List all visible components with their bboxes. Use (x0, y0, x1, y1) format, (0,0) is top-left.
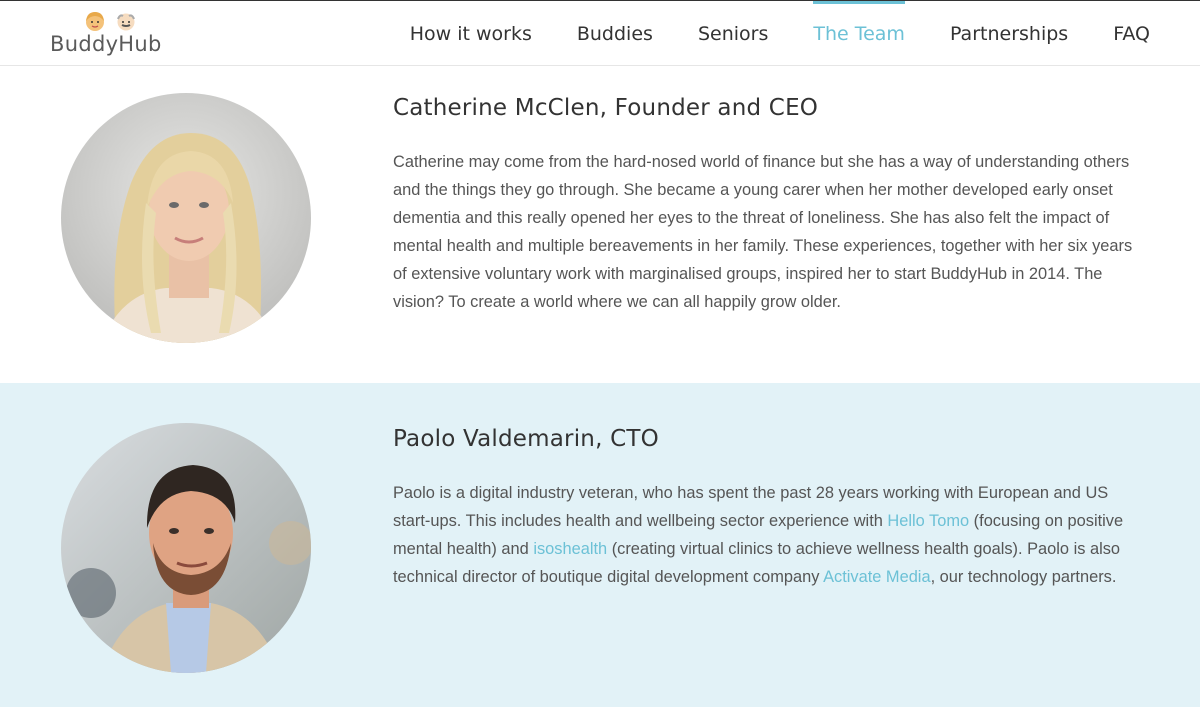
team-member-content: Paolo Valdemarin, CTO Paolo is a digital… (393, 421, 1138, 591)
team-member-bio: Catherine may come from the hard-nosed w… (393, 153, 1133, 311)
hello-tomo-link[interactable]: Hello Tomo (887, 512, 969, 530)
nav-the-team[interactable]: The Team (813, 1, 905, 67)
bio-text: , our technology partners. (930, 568, 1117, 586)
nav-buddies[interactable]: Buddies (577, 1, 653, 67)
buddyhub-logo[interactable]: BuddyHub (50, 9, 175, 61)
nav-how-it-works[interactable]: How it works (410, 1, 532, 67)
team-member-section: Catherine McClen, Founder and CEO Cather… (0, 66, 1200, 383)
team-member-photo (61, 93, 311, 343)
nav-seniors[interactable]: Seniors (698, 1, 768, 67)
logo-faces-icon (86, 12, 135, 31)
team-member-section: Paolo Valdemarin, CTO Paolo is a digital… (0, 383, 1200, 707)
activate-media-link[interactable]: Activate Media (823, 568, 931, 586)
main-nav: How it works Buddies Seniors The Team Pa… (365, 1, 1150, 67)
nav-faq[interactable]: FAQ (1113, 1, 1150, 67)
team-member-content: Catherine McClen, Founder and CEO Cather… (393, 90, 1138, 316)
nav-partnerships[interactable]: Partnerships (950, 1, 1068, 67)
team-member-photo (61, 423, 311, 673)
logo-text: BuddyHub (50, 32, 162, 56)
isoshealth-link[interactable]: isoshealth (533, 540, 607, 558)
site-header: BuddyHub How it works Buddies Seniors Th… (0, 0, 1200, 66)
team-member-name: Paolo Valdemarin, CTO (393, 426, 659, 452)
team-member-name: Catherine McClen, Founder and CEO (393, 95, 819, 121)
team-member-bio: Paolo is a digital industry veteran, who… (393, 479, 1138, 591)
